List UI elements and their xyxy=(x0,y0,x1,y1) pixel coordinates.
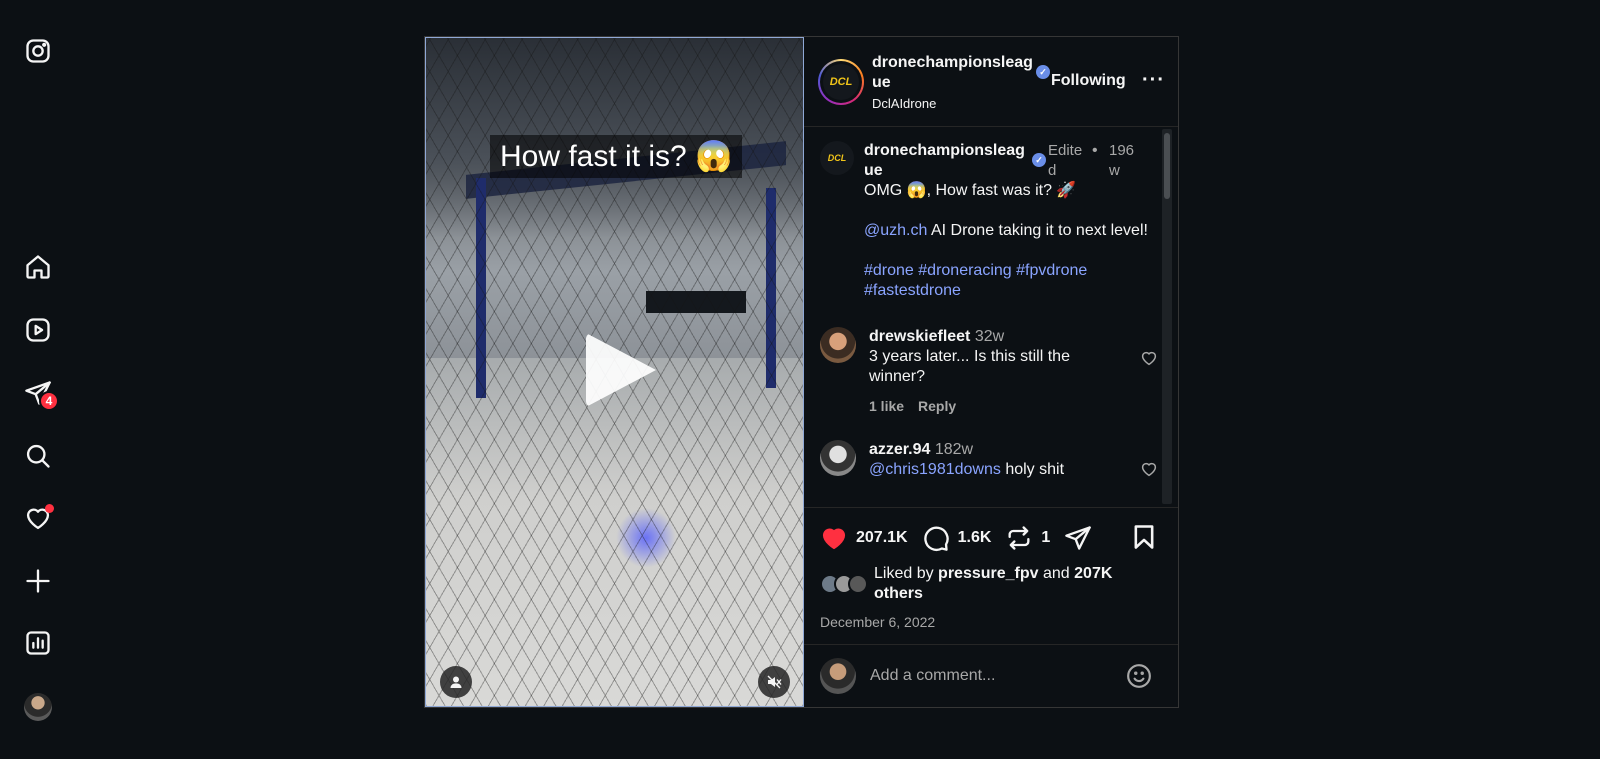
comment-count: 1.6K xyxy=(957,529,992,546)
caption-mention-link[interactable]: @uzh.ch xyxy=(864,222,927,239)
bookmark-icon xyxy=(1134,525,1154,549)
comment-input[interactable] xyxy=(870,666,1120,685)
comments-list[interactable]: DCL dronechampionsleague ✓ Edited • 196w… xyxy=(804,127,1178,507)
search-icon[interactable] xyxy=(24,442,52,470)
author-username[interactable]: dronechampionsleague xyxy=(872,53,1042,93)
messages-badge: 4 xyxy=(39,391,59,411)
liked-by-user[interactable]: pressure_fpv xyxy=(938,565,1039,582)
home-icon[interactable] xyxy=(24,253,52,281)
heart-filled-icon xyxy=(822,528,846,550)
comment-mention-link[interactable]: @chris1981downs xyxy=(869,461,1001,478)
comment-item: drewskiefleet 32w 3 years later... Is th… xyxy=(820,327,1164,416)
commenter-username[interactable]: azzer.94 xyxy=(869,441,930,458)
story-ring[interactable]: DCL xyxy=(818,58,864,105)
caption-edited-label: Edited xyxy=(1048,142,1083,179)
notification-dot xyxy=(45,504,54,513)
user-icon xyxy=(450,676,462,688)
verified-icon: ✓ xyxy=(1032,153,1046,167)
liker-avatar[interactable] xyxy=(848,574,868,594)
reply-button[interactable]: Reply xyxy=(918,398,956,414)
caption-avatar[interactable]: DCL xyxy=(820,141,854,175)
caption-hashtags[interactable]: #drone #droneracing #fpvdrone #fastestdr… xyxy=(864,261,1154,301)
repost-count: 1 xyxy=(1041,529,1051,546)
post-side-panel: DCL dronechampionsleague DclAIdrone ✓ Fo… xyxy=(804,37,1178,707)
liked-by-text: Liked by pressure_fpv and 207K others xyxy=(874,564,1134,604)
mute-button[interactable] xyxy=(758,666,790,698)
emoji-icon[interactable] xyxy=(1126,663,1152,689)
muted-speaker-icon xyxy=(767,675,782,689)
post-header: DCL dronechampionsleague DclAIdrone ✓ Fo… xyxy=(804,37,1178,127)
liked-by-avatars[interactable] xyxy=(820,574,874,596)
scrollbar-thumb[interactable] xyxy=(1164,133,1170,199)
commenter-avatar[interactable] xyxy=(820,440,856,476)
comment-icon xyxy=(923,526,949,552)
current-user-avatar xyxy=(820,657,856,694)
share-icon xyxy=(1065,526,1092,550)
notifications-icon[interactable] xyxy=(24,504,54,532)
video-overlay-text: How fast it is? 😱 xyxy=(490,135,743,178)
post-actions: 207.1K 1.6K 1 Liked by pressure_fpv and … xyxy=(804,507,1178,707)
save-button[interactable] xyxy=(1130,523,1158,551)
comment-time[interactable]: 32w xyxy=(975,328,1004,345)
create-icon[interactable] xyxy=(24,567,52,595)
like-button[interactable]: 207.1K xyxy=(820,524,908,552)
left-sidebar: 4 xyxy=(0,0,76,759)
more-options-icon[interactable]: ··· xyxy=(1142,69,1165,92)
messages-icon[interactable]: 4 xyxy=(24,379,59,411)
post-dialog: How fast it is? 😱 DCL dronechampionsleag… xyxy=(424,36,1179,708)
instagram-icon[interactable] xyxy=(24,37,52,65)
following-button[interactable]: Following xyxy=(1051,72,1126,90)
author-avatar: DCL xyxy=(823,63,859,100)
post-date[interactable]: December 6, 2022 xyxy=(820,614,1164,630)
caption-line-2-text: AI Drone taking it to next level! xyxy=(927,222,1148,239)
author-subname[interactable]: DclAIdrone xyxy=(872,96,1042,111)
dashboard-icon[interactable] xyxy=(24,629,52,657)
comment-likes[interactable]: 1 like xyxy=(869,398,904,414)
liked-by: Liked by pressure_fpv and 207K others xyxy=(820,564,1164,604)
profile-avatar[interactable] xyxy=(24,693,52,721)
repost-button[interactable]: 1 xyxy=(1005,524,1050,552)
liked-by-and: and xyxy=(1038,565,1075,582)
like-count[interactable]: 207.1K xyxy=(856,529,908,547)
comment-item: azzer.94 182w @chris1981downs holy shit xyxy=(820,440,1164,480)
play-button[interactable] xyxy=(586,333,656,407)
video-player[interactable]: How fast it is? 😱 xyxy=(425,37,804,707)
comment-like-icon[interactable] xyxy=(1140,349,1158,367)
liked-by-prefix: Liked by xyxy=(874,565,934,582)
add-comment-bar xyxy=(804,644,1178,706)
comment-text: 3 years later... Is this still the winne… xyxy=(869,348,1070,385)
commenter-avatar[interactable] xyxy=(820,327,856,363)
reels-icon[interactable] xyxy=(24,316,52,344)
commenter-username[interactable]: drewskiefleet xyxy=(869,328,970,345)
comment-like-icon[interactable] xyxy=(1140,460,1158,478)
share-button[interactable] xyxy=(1064,524,1100,552)
comment-time[interactable]: 182w xyxy=(935,441,973,458)
verified-icon: ✓ xyxy=(1036,65,1050,79)
tagged-user-button[interactable] xyxy=(440,666,472,698)
comment-text: holy shit xyxy=(1000,461,1065,478)
caption-line-1: OMG 😱, How fast was it? 🚀 xyxy=(864,182,1077,199)
post-caption: DCL dronechampionsleague ✓ Edited • 196w… xyxy=(820,141,1164,301)
repost-icon xyxy=(1008,526,1030,550)
caption-username[interactable]: dronechampionsleague xyxy=(864,141,1030,181)
caption-timestamp[interactable]: 196w xyxy=(1109,141,1139,181)
caption-separator: • xyxy=(1092,142,1098,159)
caption-line-2: @uzh.ch AI Drone taking it to next level… xyxy=(864,221,1154,241)
comment-button[interactable]: 1.6K xyxy=(922,524,992,552)
